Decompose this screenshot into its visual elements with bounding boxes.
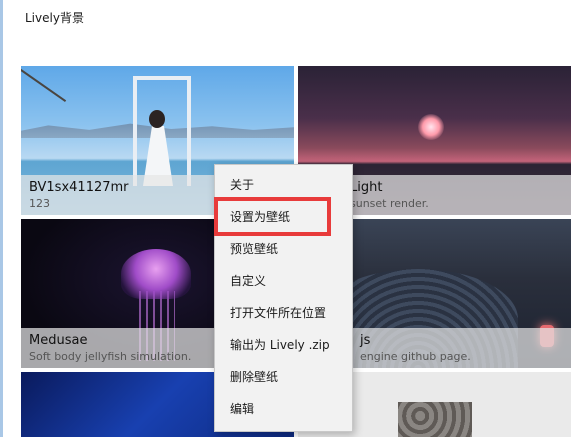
app-window: Lively背景 BV1sx41127mr 123 Light sunset r… bbox=[0, 0, 574, 437]
card-description: engine github page. bbox=[360, 350, 471, 363]
menu-item-customize[interactable]: 自定义 bbox=[216, 267, 351, 295]
card-description: sunset render. bbox=[350, 197, 429, 210]
menu-item-open-location[interactable]: 打开文件所在位置 bbox=[216, 299, 351, 327]
card-title: js bbox=[360, 333, 371, 348]
menu-item-export-zip[interactable]: 输出为 Lively .zip bbox=[216, 331, 351, 359]
window-title: Lively背景 bbox=[25, 11, 84, 25]
menu-item-edit[interactable]: 编辑 bbox=[216, 395, 351, 423]
menu-item-preview[interactable]: 预览壁纸 bbox=[216, 235, 351, 263]
card-title: Light bbox=[350, 180, 383, 195]
menu-item-about[interactable]: 关于 bbox=[216, 171, 351, 199]
menu-item-delete[interactable]: 删除壁纸 bbox=[216, 363, 351, 391]
highlight-box bbox=[214, 197, 331, 236]
